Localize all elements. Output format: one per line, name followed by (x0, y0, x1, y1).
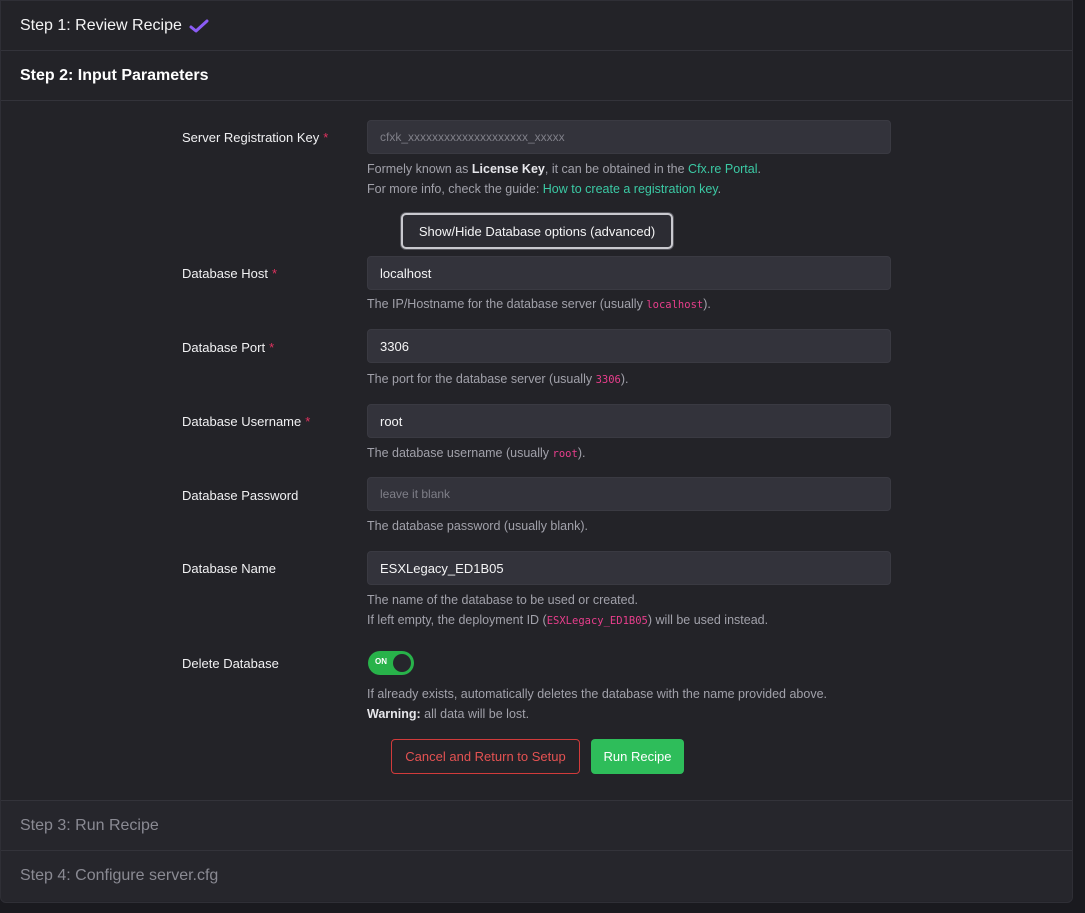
db-host-input[interactable]: localhost (367, 256, 891, 290)
step3-header[interactable]: Step 3: Run Recipe (1, 801, 1072, 851)
registration-key-help: Formely known as License Key, it can be … (367, 162, 761, 196)
step2-body: Server Registration Key * cfxk_xxxxxxxxxx… (1, 101, 1072, 801)
db-port-help: The port for the database server (usuall… (367, 372, 629, 386)
db-username-input[interactable]: root (367, 404, 891, 438)
db-username-help: The database username (usually root). (367, 446, 586, 460)
toggle-db-options-button[interactable]: Show/Hide Database options (advanced) (401, 213, 673, 249)
db-password-label: Database Password (182, 488, 299, 503)
db-name-help: The name of the database to be used or c… (367, 593, 769, 627)
db-username-label: Database Username * (182, 414, 311, 429)
db-name-label: Database Name (182, 561, 276, 576)
cfx-portal-link[interactable]: Cfx.re Portal (688, 162, 757, 176)
registration-key-input[interactable]: cfxk_xxxxxxxxxxxxxxxxxxxx_xxxxx (367, 120, 891, 154)
step3-title: Step 3: Run Recipe (20, 816, 159, 834)
toggle-knob (393, 654, 411, 672)
db-name-input[interactable]: ESXLegacy_ED1B05 (367, 551, 891, 585)
db-host-label: Database Host * (182, 266, 278, 281)
delete-db-help: If already exists, automatically deletes… (367, 687, 827, 721)
db-host-help: The IP/Hostname for the database server … (367, 297, 711, 311)
db-password-help: The database password (usually blank). (367, 519, 588, 533)
step1-title: Step 1: Review Recipe (20, 16, 182, 34)
registration-guide-link[interactable]: How to create a registration key (543, 182, 718, 196)
step4-header[interactable]: Step 4: Configure server.cfg (1, 851, 1072, 901)
step4-title: Step 4: Configure server.cfg (20, 867, 219, 884)
db-port-input[interactable]: 3306 (367, 329, 891, 363)
step2-header[interactable]: Step 2: Input Parameters (1, 51, 1072, 101)
recipe-wizard-card: Step 1: Review Recipe Step 2: Input Para… (0, 0, 1073, 903)
cancel-return-button[interactable]: Cancel and Return to Setup (391, 739, 580, 774)
step1-header[interactable]: Step 1: Review Recipe (1, 1, 1072, 51)
run-recipe-button[interactable]: Run Recipe (591, 739, 684, 774)
checkmark-icon (189, 18, 209, 34)
registration-key-label: Server Registration Key * (182, 130, 329, 145)
step2-title: Step 2: Input Parameters (20, 66, 209, 84)
db-password-input[interactable]: leave it blank (367, 477, 891, 511)
delete-db-label: Delete Database (182, 656, 279, 671)
toggle-on-text: ON (375, 657, 387, 666)
db-port-label: Database Port * (182, 340, 275, 355)
delete-db-toggle[interactable]: ON (368, 651, 414, 675)
